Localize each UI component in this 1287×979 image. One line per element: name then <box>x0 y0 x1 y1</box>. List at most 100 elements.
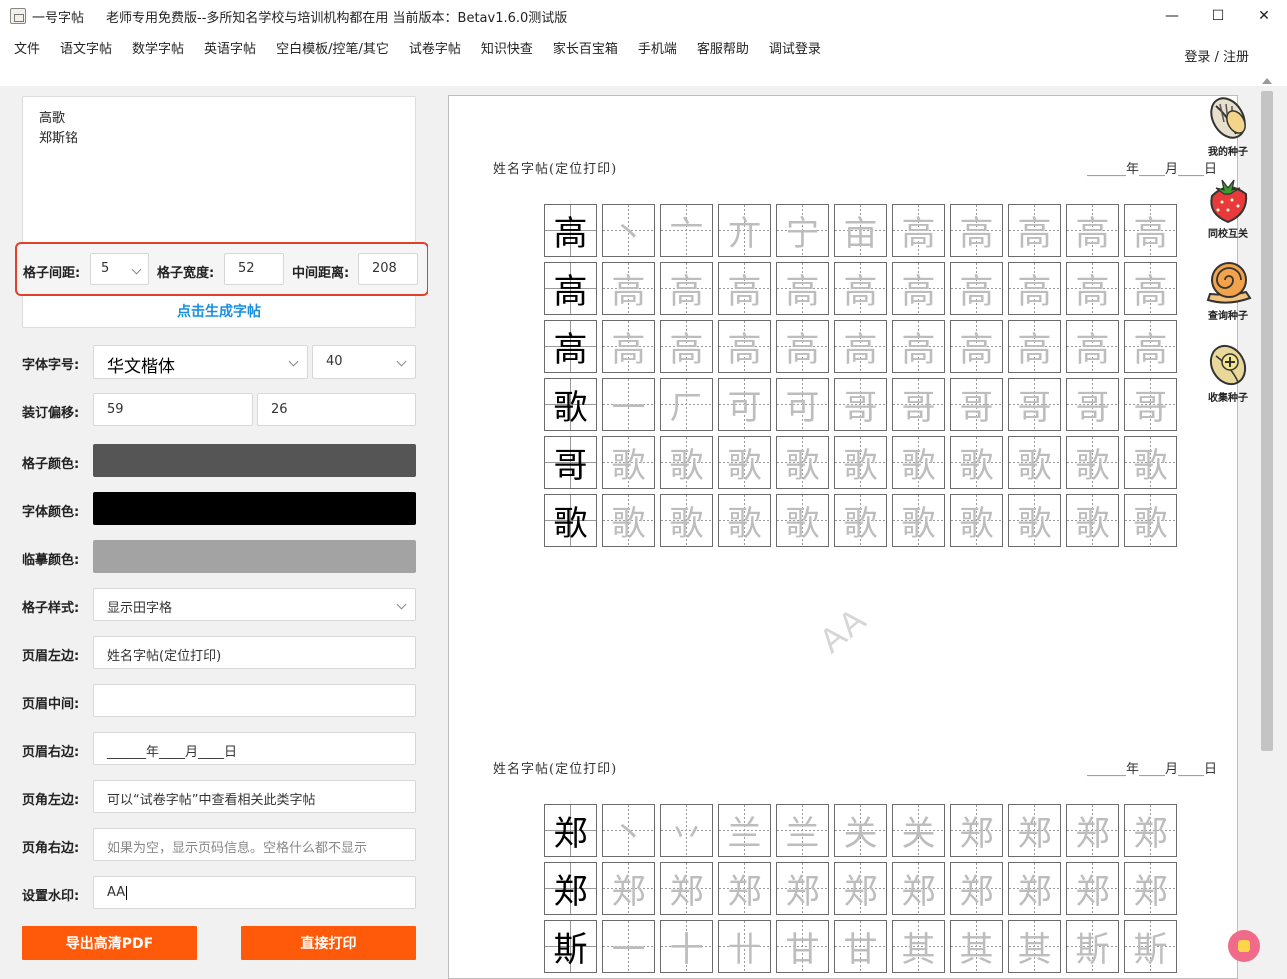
font-family-select[interactable]: 华文楷体 <box>93 345 308 379</box>
binding-offset-y-input[interactable]: 26 <box>257 393 416 426</box>
window-controls: — ☐ ✕ <box>1149 0 1287 32</box>
practice-cell: 其 <box>892 920 945 973</box>
practice-cell: 甘 <box>834 920 887 973</box>
school-follow-button[interactable]: 同校互关 <box>1200 174 1256 254</box>
floating-gift-button[interactable] <box>1228 930 1260 962</box>
practice-cell: 郑 <box>892 862 945 915</box>
maximize-button[interactable]: ☐ <box>1195 0 1241 32</box>
my-seeds-button[interactable]: 我的种子 <box>1200 92 1256 172</box>
font-color-swatch[interactable] <box>93 492 416 525</box>
practice-cell: 郑 <box>544 804 597 857</box>
practice-cell: 高 <box>892 262 945 315</box>
practice-cell: 高 <box>544 320 597 373</box>
menu-bar: 文件 语文字帖 数学字帖 英语字帖 空白模板/控笔/其它 试卷字帖 知识快查 家… <box>0 32 1287 86</box>
practice-cell: 郑 <box>544 862 597 915</box>
practice-cell: 丶 <box>602 804 655 857</box>
trace-color-swatch[interactable] <box>93 540 416 573</box>
menu-help[interactable]: 客服帮助 <box>687 42 759 64</box>
practice-cell: 高 <box>1066 262 1119 315</box>
menu-english[interactable]: 英语字帖 <box>194 42 266 64</box>
binding-offset-x-input[interactable]: 59 <box>93 393 253 426</box>
practice-cell: 可 <box>718 378 771 431</box>
font-size-select[interactable]: 40 <box>312 345 416 379</box>
menu-debug-login[interactable]: 调试登录 <box>759 42 831 64</box>
practice-cell: 歌 <box>776 436 829 489</box>
practice-cell: 哥 <box>1124 378 1177 431</box>
menu-chinese[interactable]: 语文字帖 <box>50 42 122 64</box>
practice-cell: 其 <box>1008 920 1061 973</box>
practice-cell: 高 <box>892 204 945 257</box>
practice-cell: 高 <box>602 262 655 315</box>
menu-math[interactable]: 数学字帖 <box>122 42 194 64</box>
grid-style-label: 格子样式: <box>22 601 80 616</box>
menu-file[interactable]: 文件 <box>0 42 50 64</box>
practice-cell: 郑 <box>660 862 713 915</box>
login-register-link[interactable]: 登录 / 注册 <box>1184 46 1249 65</box>
practice-cell: 兰 <box>776 804 829 857</box>
practice-cell: 歌 <box>544 494 597 547</box>
practice-cell: 亩 <box>834 204 887 257</box>
menu-parents[interactable]: 家长百宝箱 <box>543 42 628 64</box>
menu-templates[interactable]: 空白模板/控笔/其它 <box>266 42 399 64</box>
practice-cell: 哥 <box>950 378 1003 431</box>
generate-button[interactable]: 点击生成字帖 <box>23 301 415 321</box>
title-bar: 一号字帖 老师专用免费版--多所知名学校与培训机构都在用 当前版本：Betav1… <box>0 0 1287 32</box>
chevron-down-icon <box>396 356 407 367</box>
menu-exam[interactable]: 试卷字帖 <box>399 42 471 64</box>
practice-cell: 歌 <box>660 494 713 547</box>
footer-right-input[interactable]: 如果为空，显示页码信息。空格什么都不显示 <box>93 828 416 861</box>
practice-cell: 歌 <box>776 494 829 547</box>
practice-cell: 郑 <box>1124 804 1177 857</box>
practice-cell: 郑 <box>602 862 655 915</box>
middle-distance-input[interactable]: 208 <box>358 253 418 285</box>
minimize-button[interactable]: — <box>1149 0 1195 32</box>
print-button[interactable]: 直接打印 <box>241 926 416 960</box>
practice-cell: 斯 <box>544 920 597 973</box>
practice-cell: 歌 <box>1008 436 1061 489</box>
practice-cell: 其 <box>950 920 1003 973</box>
chevron-down-icon <box>396 599 407 610</box>
footer-right-label: 页角右边: <box>22 841 80 856</box>
chevron-down-icon <box>131 264 142 275</box>
grid-color-swatch[interactable] <box>93 444 416 477</box>
search-seeds-button[interactable]: 查询种子 <box>1200 256 1256 336</box>
watermark-input[interactable]: AA <box>93 876 416 909</box>
header-middle-input[interactable] <box>93 684 416 717</box>
font-label: 字体字号: <box>22 358 80 373</box>
practice-cell: 可 <box>776 378 829 431</box>
page-header-right-2: ______年____月____日 <box>1086 762 1217 777</box>
grid-style-select[interactable]: 显示田字格 <box>93 588 416 621</box>
header-right-input[interactable]: ______年____月____日 <box>93 732 416 765</box>
scroll-up-arrow-icon[interactable] <box>1262 78 1272 84</box>
app-name: 一号字帖 <box>32 10 85 26</box>
practice-cell: 高 <box>950 320 1003 373</box>
practice-cell: ㄏ <box>660 378 713 431</box>
practice-cell: 高 <box>718 320 771 373</box>
practice-cell: 歌 <box>834 436 887 489</box>
practice-cell: 歌 <box>1124 436 1177 489</box>
header-middle-label: 页眉中间: <box>22 697 80 712</box>
menu-knowledge[interactable]: 知识快查 <box>471 42 543 64</box>
header-left-input[interactable]: 姓名字帖(定位打印) <box>93 636 416 669</box>
practice-cell: 十 <box>660 920 713 973</box>
practice-cell: 郑 <box>776 862 829 915</box>
practice-cell: 高 <box>1066 320 1119 373</box>
practice-cell: 歌 <box>602 436 655 489</box>
practice-cell: 歌 <box>718 494 771 547</box>
page-header-left-2: 姓名字帖(定位打印) <box>493 762 618 777</box>
close-button[interactable]: ✕ <box>1241 0 1287 32</box>
collect-seeds-button[interactable]: 收集种子 <box>1200 338 1256 418</box>
practice-cell: 丶 <box>602 204 655 257</box>
practice-cell: 郑 <box>1008 804 1061 857</box>
watermark: AA <box>812 599 875 661</box>
watermark-label: 设置水印: <box>22 889 80 904</box>
menu-mobile[interactable]: 手机端 <box>628 42 687 64</box>
practice-cell: 哥 <box>834 378 887 431</box>
grid-gap-select[interactable]: 5 <box>90 253 149 285</box>
practice-cell: 高 <box>776 320 829 373</box>
scroll-thumb[interactable] <box>1261 91 1273 751</box>
footer-left-input[interactable]: 可以“试卷字帖”中查看相关此类字帖 <box>93 780 416 813</box>
grid-width-input[interactable]: 52 <box>224 253 284 285</box>
export-pdf-button[interactable]: 导出高清PDF <box>22 926 197 960</box>
strawberry-icon <box>1210 179 1248 224</box>
